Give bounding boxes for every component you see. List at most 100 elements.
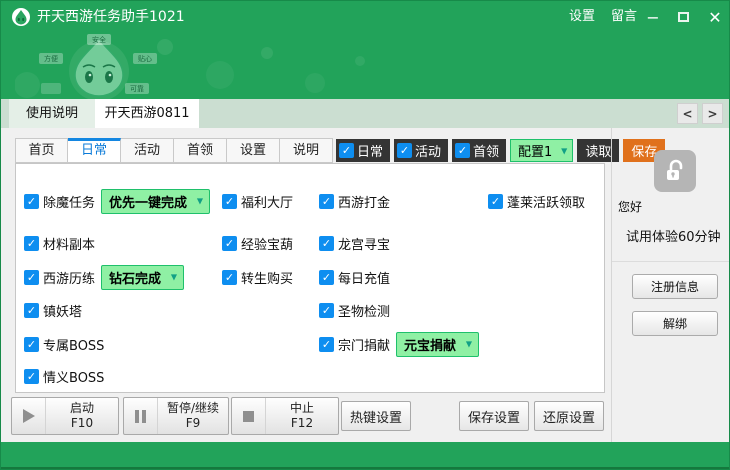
profile-select[interactable]: 配置1 bbox=[510, 139, 573, 162]
toolbar-check-daily[interactable]: 日常 bbox=[336, 139, 390, 162]
tab-kaitian-xiyou-0811[interactable]: 开天西游0811 bbox=[95, 99, 199, 128]
task-label: 经验宝葫 bbox=[241, 234, 293, 253]
task-item: 宗门捐献元宝捐献 bbox=[319, 333, 479, 355]
toolbar-check-activity[interactable]: 活动 bbox=[394, 139, 448, 162]
task-item: 除魔任务优先一键完成 bbox=[24, 190, 210, 212]
daily-task-panel: 除魔任务优先一键完成 福利大厅 西游打金 蓬莱活跃领取 材料副本 经验宝葫 龙宫… bbox=[15, 163, 605, 393]
app-window: 开天西游任务助手1021 设置 留言 − ✕ bbox=[0, 0, 730, 470]
checkbox-icon[interactable] bbox=[222, 270, 237, 285]
unlock-icon bbox=[654, 150, 696, 192]
tab-scroll-left-icon[interactable]: < bbox=[677, 103, 698, 124]
stop-hotkey: F12 bbox=[291, 416, 313, 431]
checkbox-icon[interactable] bbox=[24, 337, 39, 352]
mascot-tag-caring: 贴心 bbox=[138, 54, 152, 63]
task-dropdown[interactable]: 优先一键完成 bbox=[101, 189, 210, 214]
titlebar-settings-link[interactable]: 设置 bbox=[561, 1, 603, 33]
mascot-decoration: 安全 方便 贴心 可靠 bbox=[15, 33, 415, 99]
window-title: 开天西游任务助手1021 bbox=[37, 1, 185, 33]
sidebar-divider bbox=[612, 261, 730, 262]
toolbar-check-activity-label: 活动 bbox=[415, 141, 441, 160]
task-item: 龙宫寻宝 bbox=[319, 232, 390, 254]
tab-boss[interactable]: 首领 bbox=[174, 138, 227, 163]
app-logo-icon bbox=[11, 7, 31, 27]
task-label: 蓬莱活跃领取 bbox=[507, 192, 585, 211]
hotkey-settings-button[interactable]: 热键设置 bbox=[341, 401, 411, 431]
checkbox-icon[interactable] bbox=[319, 303, 334, 318]
trial-status-text: 试用体验60分钟 bbox=[626, 226, 721, 245]
mascot-tag-safe: 安全 bbox=[92, 35, 106, 44]
tab-activity[interactable]: 活动 bbox=[121, 138, 174, 163]
task-item: 圣物检测 bbox=[319, 299, 390, 321]
checkbox-icon[interactable] bbox=[319, 194, 334, 209]
tab-instructions[interactable]: 说明 bbox=[280, 138, 333, 163]
checkbox-icon[interactable] bbox=[339, 143, 354, 158]
maximize-icon[interactable] bbox=[669, 1, 697, 33]
task-item: 福利大厅 bbox=[222, 190, 293, 212]
task-label: 圣物检测 bbox=[338, 301, 390, 320]
tab-settings[interactable]: 设置 bbox=[227, 138, 280, 163]
section-tabs: 首页 日常 活动 首领 设置 说明 bbox=[15, 138, 333, 163]
tab-daily[interactable]: 日常 bbox=[68, 138, 121, 163]
tab-usage-guide[interactable]: 使用说明 bbox=[9, 99, 95, 128]
minimize-icon[interactable]: − bbox=[639, 1, 667, 33]
task-label: 西游打金 bbox=[338, 192, 390, 211]
task-label: 材料副本 bbox=[43, 234, 95, 253]
checkbox-icon[interactable] bbox=[24, 236, 39, 251]
mascot-tag-reliable: 可靠 bbox=[130, 84, 144, 93]
task-label: 宗门捐献 bbox=[338, 335, 390, 354]
task-item: 蓬莱活跃领取 bbox=[488, 190, 585, 212]
start-label: 启动 bbox=[70, 401, 94, 416]
checkbox-icon[interactable] bbox=[222, 194, 237, 209]
task-item: 西游打金 bbox=[319, 190, 390, 212]
checkbox-icon[interactable] bbox=[488, 194, 503, 209]
tab-home[interactable]: 首页 bbox=[15, 138, 68, 163]
task-dropdown[interactable]: 元宝捐献 bbox=[396, 332, 479, 357]
task-item: 镇妖塔 bbox=[24, 299, 82, 321]
start-hotkey: F10 bbox=[71, 416, 93, 431]
play-icon bbox=[12, 398, 46, 434]
checkbox-icon[interactable] bbox=[24, 194, 39, 209]
pause-label: 暂停/继续 bbox=[167, 401, 219, 416]
bottom-status-bar bbox=[1, 442, 730, 470]
checkbox-icon[interactable] bbox=[455, 143, 470, 158]
save-settings-button[interactable]: 保存设置 bbox=[459, 401, 529, 431]
task-label: 情义BOSS bbox=[43, 367, 104, 386]
task-label: 福利大厅 bbox=[241, 192, 293, 211]
unbind-button[interactable]: 解绑 bbox=[632, 311, 718, 336]
toolbar-check-daily-label: 日常 bbox=[357, 141, 383, 160]
task-dropdown[interactable]: 钻石完成 bbox=[101, 265, 184, 290]
stop-button[interactable]: 中止F12 bbox=[231, 397, 339, 435]
checkbox-icon[interactable] bbox=[319, 236, 334, 251]
toolbar-check-boss[interactable]: 首领 bbox=[452, 139, 506, 162]
task-item: 经验宝葫 bbox=[222, 232, 293, 254]
stop-icon bbox=[232, 398, 266, 434]
checkbox-icon[interactable] bbox=[319, 337, 334, 352]
checkbox-icon[interactable] bbox=[24, 270, 39, 285]
task-label: 每日充值 bbox=[338, 268, 390, 287]
toolbar-check-boss-label: 首领 bbox=[473, 141, 499, 160]
document-tabstrip: 使用说明 开天西游0811 < > bbox=[1, 99, 730, 128]
header-banner: 安全 方便 贴心 可靠 bbox=[1, 33, 730, 99]
restore-settings-button[interactable]: 还原设置 bbox=[534, 401, 604, 431]
task-label: 转生购买 bbox=[241, 268, 293, 287]
checkbox-icon[interactable] bbox=[24, 369, 39, 384]
pause-hotkey: F9 bbox=[186, 416, 201, 431]
pause-resume-button[interactable]: 暂停/继续F9 bbox=[123, 397, 229, 435]
start-button[interactable]: 启动F10 bbox=[11, 397, 119, 435]
task-item: 每日充值 bbox=[319, 266, 390, 288]
checkbox-icon[interactable] bbox=[222, 236, 237, 251]
task-item: 专属BOSS bbox=[24, 333, 104, 355]
task-item: 西游历练钻石完成 bbox=[24, 266, 184, 288]
tab-scroll-right-icon[interactable]: > bbox=[702, 103, 723, 124]
stop-label: 中止 bbox=[290, 401, 314, 416]
checkbox-icon[interactable] bbox=[397, 143, 412, 158]
task-label: 西游历练 bbox=[43, 268, 95, 287]
greeting-text: 您好 bbox=[618, 198, 642, 215]
checkbox-icon[interactable] bbox=[319, 270, 334, 285]
mascot-tag-convenient: 方便 bbox=[44, 54, 58, 63]
close-icon[interactable]: ✕ bbox=[701, 1, 729, 33]
task-label: 除魔任务 bbox=[43, 192, 95, 211]
register-info-button[interactable]: 注册信息 bbox=[632, 274, 718, 299]
checkbox-icon[interactable] bbox=[24, 303, 39, 318]
account-sidebar: 您好 试用体验60分钟 注册信息 解绑 bbox=[611, 128, 730, 442]
